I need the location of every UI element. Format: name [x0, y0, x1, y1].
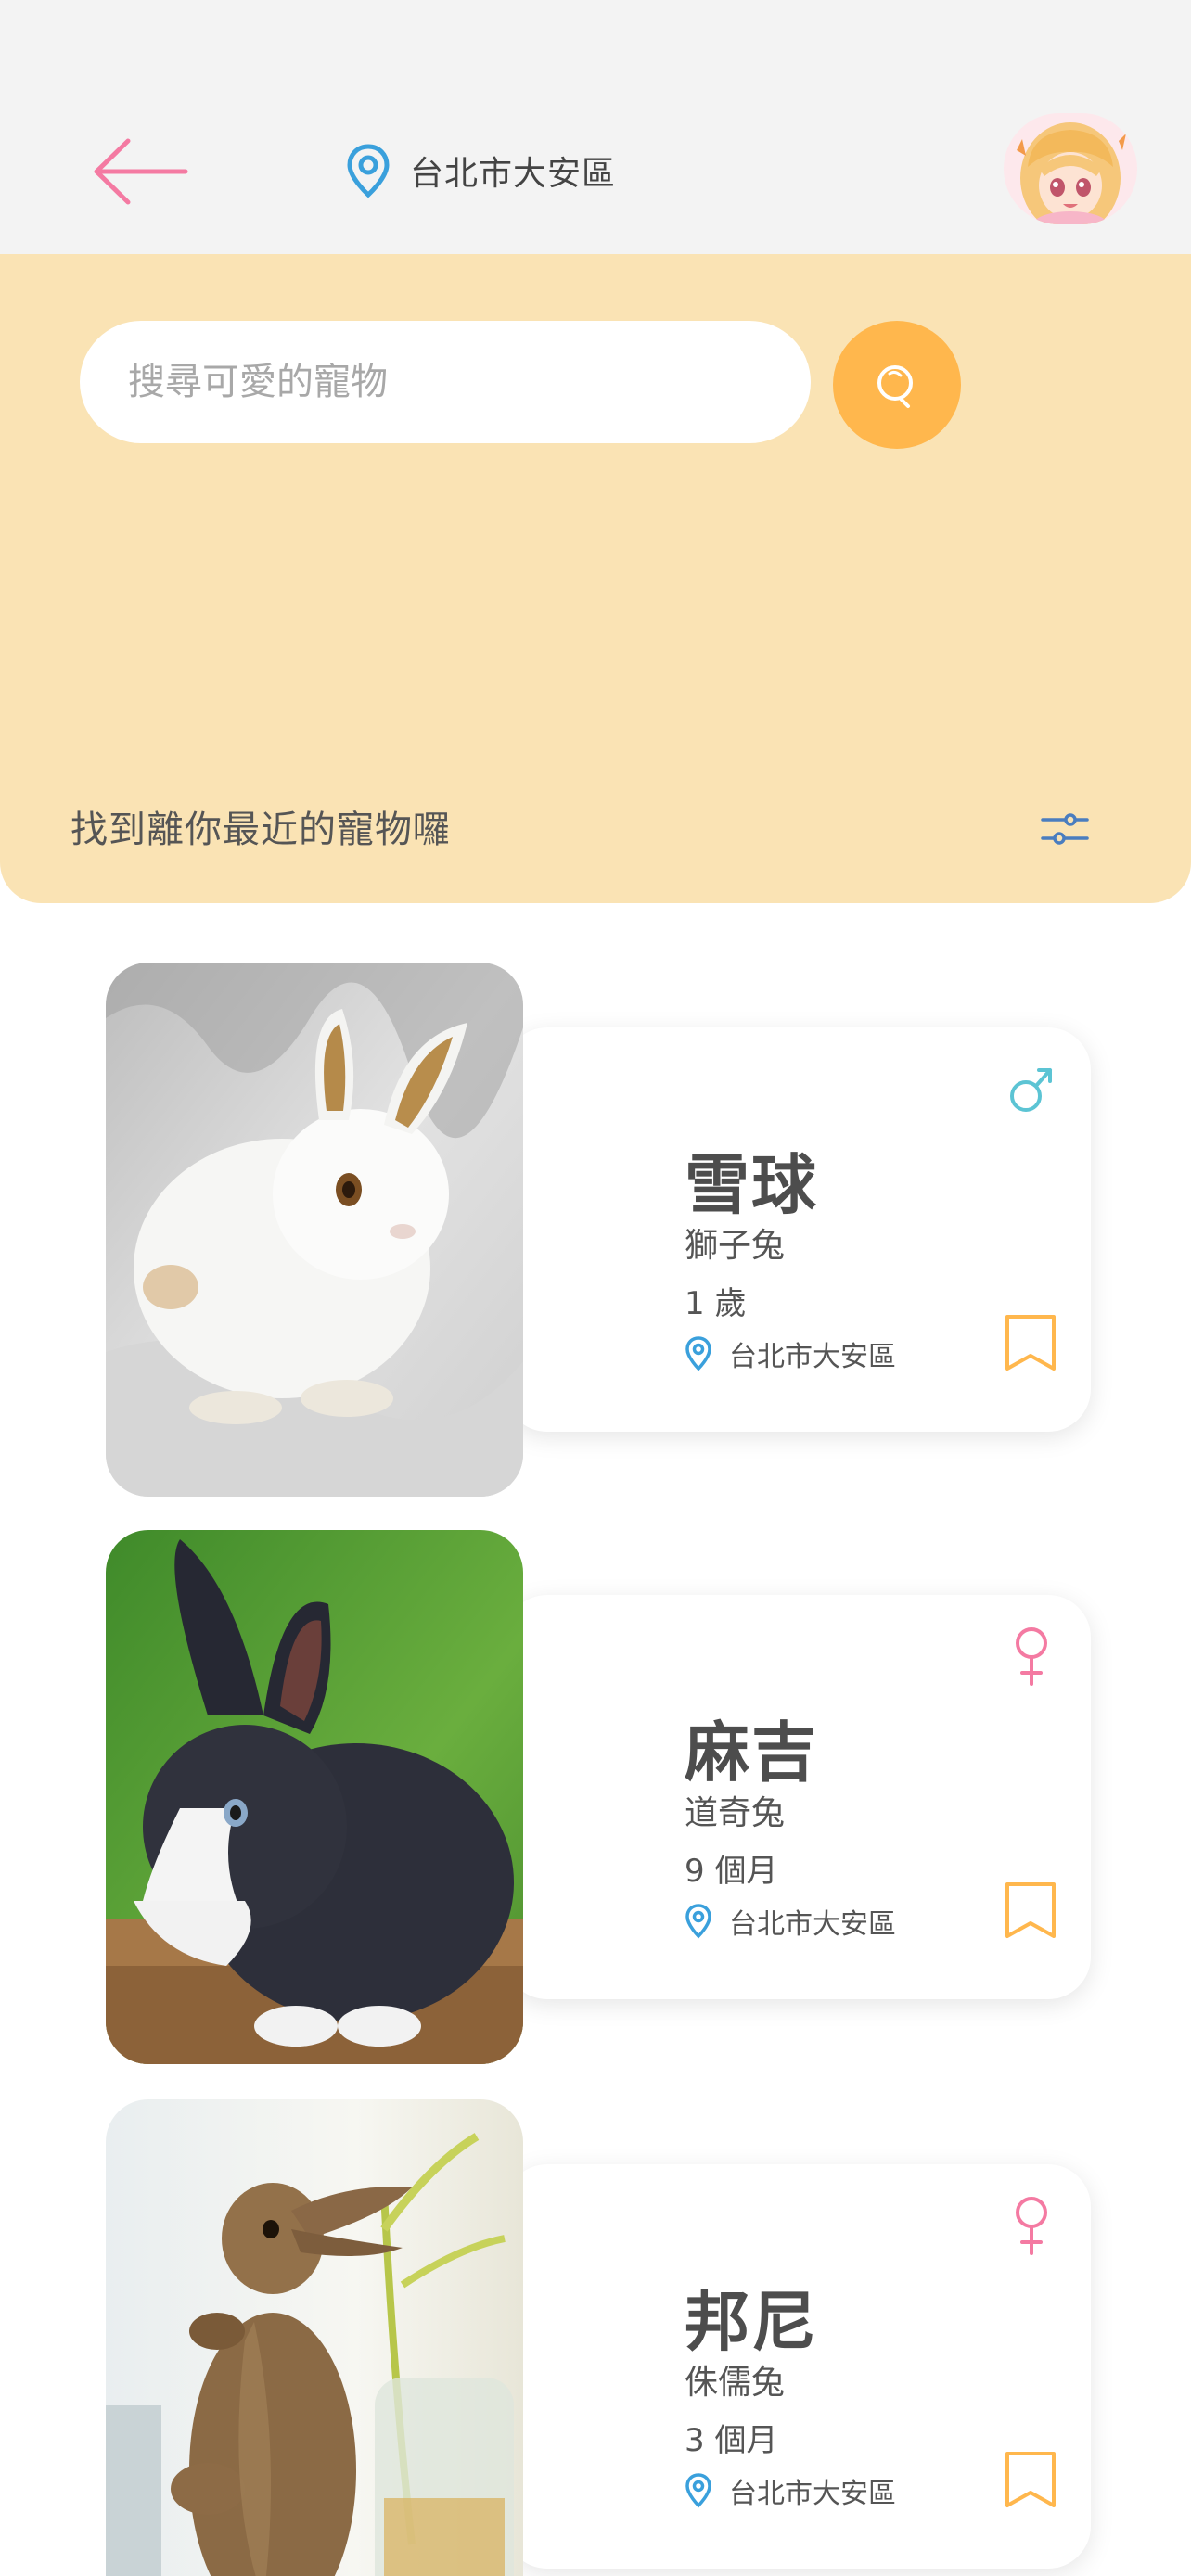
pet-info-panel: 雪球 獅子兔 1 歲 台北市大安區 — [505, 1027, 1091, 1432]
brown-rabbit-photo — [106, 2099, 523, 2576]
pet-info-panel: 麻吉 道奇兔 9 個月 台北市大安區 — [505, 1595, 1091, 1999]
bookmark-icon[interactable] — [1002, 1879, 1059, 1942]
location-label: 台北市大安區 — [410, 155, 617, 193]
map-pin-icon — [347, 144, 390, 198]
pet-location: 台北市大安區 — [685, 1901, 896, 1942]
pet-age: 3 個月 — [685, 2422, 778, 2459]
pet-card[interactable]: 麻吉 道奇兔 9 個月 台北市大安區 — [106, 1530, 1091, 2068]
avatar-image — [1004, 113, 1137, 224]
back-button[interactable] — [93, 137, 189, 206]
pet-info-panel: 邦尼 侏儒兔 3 個月 台北市大安區 — [505, 2164, 1091, 2569]
map-pin-icon — [685, 2473, 711, 2508]
search-button[interactable] — [833, 321, 961, 449]
black-white-rabbit-photo — [106, 1530, 523, 2064]
white-rabbit-photo — [106, 963, 523, 1497]
bookmark-icon[interactable] — [1002, 2448, 1059, 2511]
pet-name: 雪球 — [685, 1147, 818, 1223]
current-location[interactable]: 台北市大安區 — [345, 141, 616, 200]
pet-location-label: 台北市大安區 — [729, 1341, 896, 1373]
female-icon — [1016, 2197, 1047, 2255]
top-bar: 台北市大安區 — [0, 0, 1191, 254]
pet-name: 麻吉 — [685, 1715, 818, 1791]
user-avatar[interactable] — [1004, 113, 1137, 224]
pet-location-label: 台北市大安區 — [729, 2478, 896, 2510]
pet-photo — [106, 1530, 523, 2064]
search-input[interactable] — [80, 321, 811, 443]
female-icon — [1016, 1627, 1047, 1686]
bookmark-icon[interactable] — [1002, 1311, 1059, 1374]
pet-breed: 獅子兔 — [685, 1227, 786, 1265]
pet-location: 台北市大安區 — [685, 1333, 896, 1374]
sliders-icon — [1041, 813, 1089, 845]
map-pin-icon — [685, 1336, 711, 1371]
arrow-left-icon — [94, 138, 188, 205]
pet-location-label: 台北市大安區 — [729, 1908, 896, 1941]
pet-age: 9 個月 — [685, 1853, 778, 1890]
pet-name: 邦尼 — [685, 2284, 818, 2360]
pet-photo — [106, 2099, 523, 2576]
pet-location: 台北市大安區 — [685, 2470, 896, 2511]
pet-card[interactable]: 雪球 獅子兔 1 歲 台北市大安區 — [106, 963, 1091, 1500]
pet-card[interactable]: 邦尼 侏儒兔 3 個月 台北市大安區 — [106, 2099, 1091, 2576]
pet-breed: 道奇兔 — [685, 1794, 786, 1832]
pet-breed: 侏儒兔 — [685, 2364, 786, 2402]
pet-photo — [106, 963, 523, 1497]
nearby-pets-heading: 找到離你最近的寵物囉 — [70, 809, 451, 851]
filter-button[interactable] — [1037, 801, 1093, 857]
male-icon — [1010, 1068, 1052, 1112]
search-panel: 找到離你最近的寵物囉 — [0, 254, 1191, 903]
search-icon — [877, 365, 913, 408]
map-pin-icon — [685, 1904, 711, 1939]
pet-age: 1 歲 — [685, 1285, 747, 1322]
